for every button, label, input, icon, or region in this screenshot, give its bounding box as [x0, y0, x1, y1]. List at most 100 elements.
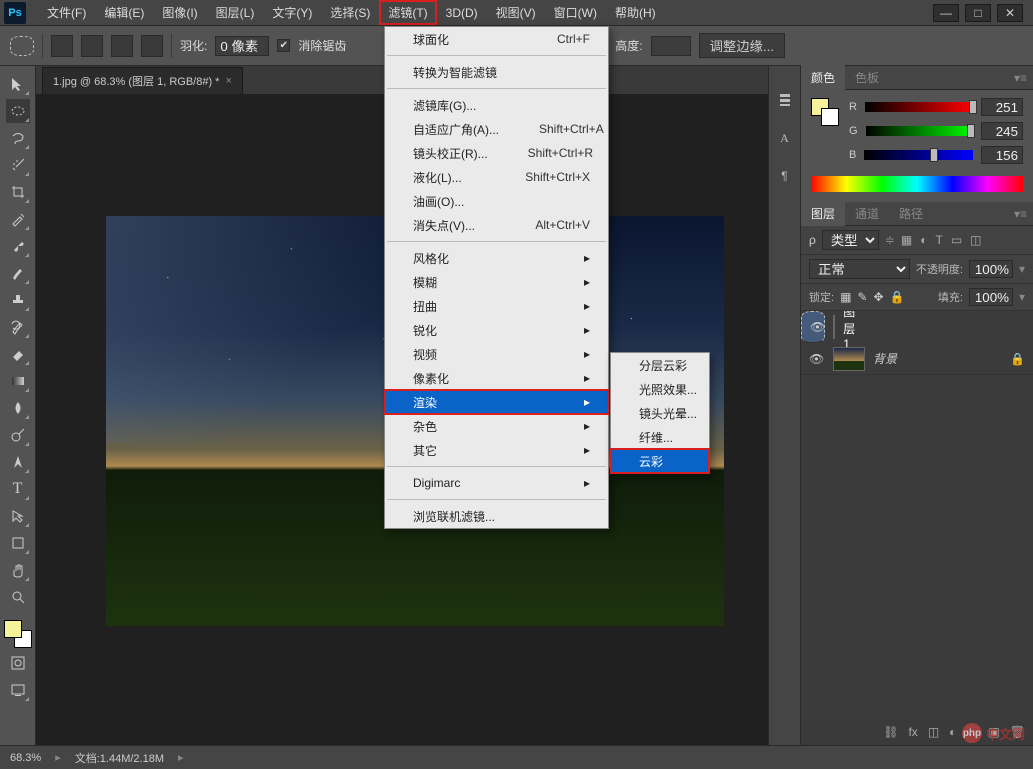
feather-input[interactable]	[215, 36, 269, 56]
paragraph-icon[interactable]: ¶	[774, 166, 796, 186]
maximize-button[interactable]: □	[965, 4, 991, 22]
mi-liquify[interactable]: 液化(L)...Shift+Ctrl+X	[385, 165, 608, 189]
visibility-icon[interactable]: 👁	[810, 320, 825, 334]
color-spectrum[interactable]	[811, 176, 1023, 192]
r-value[interactable]	[981, 98, 1023, 116]
lock-move-icon[interactable]: ✥	[873, 290, 883, 304]
eraser-tool-icon[interactable]	[6, 342, 30, 366]
filter-type-icon[interactable]: T	[935, 233, 942, 247]
height-input[interactable]	[651, 36, 691, 56]
brush-tool-icon[interactable]	[6, 261, 30, 285]
filter-adjust-icon[interactable]: ◐	[920, 233, 927, 247]
antialias-checkbox[interactable]: ✔	[277, 39, 290, 52]
mi-noise[interactable]: 杂色▸	[385, 414, 608, 438]
stamp-tool-icon[interactable]	[6, 288, 30, 312]
menu-image[interactable]: 图像(I)	[153, 0, 206, 25]
mi-render[interactable]: 渲染▸	[385, 390, 608, 414]
selection-intersect-icon[interactable]	[141, 35, 163, 57]
mi-stylize[interactable]: 风格化▸	[385, 246, 608, 270]
r-slider[interactable]	[865, 102, 973, 112]
menu-edit[interactable]: 编辑(E)	[95, 0, 153, 25]
tab-layers[interactable]: 图层	[801, 201, 845, 226]
marquee-tool-icon[interactable]	[6, 99, 30, 123]
g-value[interactable]	[981, 122, 1023, 140]
tab-paths[interactable]: 路径	[889, 201, 933, 226]
move-tool-icon[interactable]	[6, 72, 30, 96]
mi-clouds[interactable]: 云彩	[611, 449, 709, 473]
mi-last-filter[interactable]: 球面化Ctrl+F	[385, 27, 608, 51]
history-icon[interactable]	[774, 90, 796, 110]
layer-name[interactable]: 背景	[873, 350, 897, 367]
screenmode-icon[interactable]	[6, 678, 30, 702]
menu-window[interactable]: 窗口(W)	[545, 0, 606, 25]
tab-swatches[interactable]: 色板	[845, 65, 889, 90]
opacity-input[interactable]	[969, 260, 1013, 278]
visibility-icon[interactable]: 👁	[809, 352, 825, 366]
lock-paint-icon[interactable]: ✎	[857, 290, 867, 304]
layer-item[interactable]: 👁 图层 1	[801, 311, 825, 343]
menu-3d[interactable]: 3D(D)	[437, 2, 487, 24]
hand-tool-icon[interactable]	[6, 558, 30, 582]
b-value[interactable]	[981, 146, 1023, 164]
path-select-tool-icon[interactable]	[6, 504, 30, 528]
pen-tool-icon[interactable]	[6, 450, 30, 474]
selection-subtract-icon[interactable]	[111, 35, 133, 57]
menu-type[interactable]: 文字(Y)	[263, 0, 321, 25]
g-slider[interactable]	[866, 126, 973, 136]
layer-thumbnail[interactable]	[833, 347, 865, 371]
fill-input[interactable]	[969, 288, 1013, 306]
quickmask-icon[interactable]	[6, 651, 30, 675]
layer-mask-icon[interactable]: ◫	[928, 725, 939, 739]
layers-panel-menu-icon[interactable]: ▾≡	[1008, 207, 1033, 221]
gradient-tool-icon[interactable]	[6, 369, 30, 393]
menu-select[interactable]: 选择(S)	[321, 0, 379, 25]
healing-tool-icon[interactable]	[6, 234, 30, 258]
close-button[interactable]: ✕	[997, 4, 1023, 22]
mi-lens-correction[interactable]: 镜头校正(R)...Shift+Ctrl+R	[385, 141, 608, 165]
mi-diff-clouds[interactable]: 分层云彩	[611, 353, 709, 377]
blur-tool-icon[interactable]	[6, 396, 30, 420]
mi-smart-filter[interactable]: 转换为智能滤镜	[385, 60, 608, 84]
zoom-value[interactable]: 68.3%	[10, 752, 41, 764]
document-tab[interactable]: 1.jpg @ 68.3% (图层 1, RGB/8#) * ×	[42, 67, 243, 94]
mi-adaptive-wide[interactable]: 自适应广角(A)...Shift+Ctrl+A	[385, 117, 608, 141]
tab-color[interactable]: 颜色	[801, 65, 845, 90]
tab-channels[interactable]: 通道	[845, 201, 889, 226]
filter-smart-icon[interactable]: ◫	[970, 233, 981, 247]
crop-tool-icon[interactable]	[6, 180, 30, 204]
color-panel-menu-icon[interactable]: ▾≡	[1008, 71, 1033, 85]
menu-filter[interactable]: 滤镜(T)	[379, 0, 436, 25]
tab-close-icon[interactable]: ×	[225, 75, 231, 87]
link-layers-icon[interactable]: ⛓	[883, 725, 898, 739]
selection-add-icon[interactable]	[81, 35, 103, 57]
magic-wand-tool-icon[interactable]	[6, 153, 30, 177]
mi-filter-gallery[interactable]: 滤镜库(G)...	[385, 93, 608, 117]
minimize-button[interactable]: —	[933, 4, 959, 22]
mi-blur[interactable]: 模糊▸	[385, 270, 608, 294]
filter-pixel-icon[interactable]: ▦	[901, 233, 912, 247]
mi-other[interactable]: 其它▸	[385, 438, 608, 462]
history-brush-tool-icon[interactable]	[6, 315, 30, 339]
zoom-tool-icon[interactable]	[6, 585, 30, 609]
menu-layer[interactable]: 图层(L)	[207, 0, 264, 25]
b-slider[interactable]	[864, 150, 973, 160]
menu-view[interactable]: 视图(V)	[487, 0, 545, 25]
foreground-swatch[interactable]	[4, 620, 22, 638]
adjustment-layer-icon[interactable]: ◐	[949, 725, 956, 739]
filter-shape-icon[interactable]: ▭	[951, 233, 962, 247]
mi-lens-flare[interactable]: 镜头光晕...	[611, 401, 709, 425]
lock-all-icon[interactable]: 🔒	[890, 290, 905, 304]
character-icon[interactable]: A	[774, 128, 796, 148]
mi-sharpen[interactable]: 锐化▸	[385, 318, 608, 342]
mi-vanishing-point[interactable]: 消失点(V)...Alt+Ctrl+V	[385, 213, 608, 237]
blend-mode-select[interactable]: 正常	[809, 259, 910, 279]
lasso-tool-icon[interactable]	[6, 126, 30, 150]
mi-browse-online[interactable]: 浏览联机滤镜...	[385, 504, 608, 528]
mi-distort[interactable]: 扭曲▸	[385, 294, 608, 318]
layer-thumbnail[interactable]	[833, 315, 835, 339]
layer-item[interactable]: 👁 背景 🔒	[801, 343, 1033, 375]
shape-tool-icon[interactable]	[6, 531, 30, 555]
filter-kind-select[interactable]: 类型	[822, 230, 879, 250]
selection-new-icon[interactable]	[51, 35, 73, 57]
mi-fibers[interactable]: 纤维...	[611, 425, 709, 449]
